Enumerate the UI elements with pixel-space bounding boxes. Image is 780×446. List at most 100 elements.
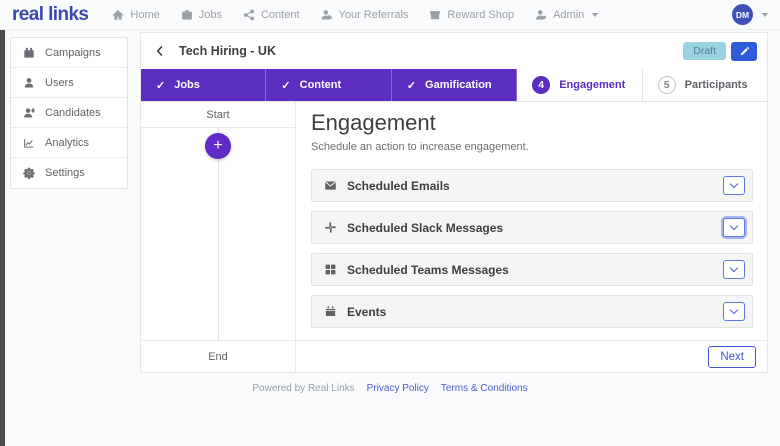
- real-links-logo[interactable]: real links: [12, 5, 88, 24]
- expand-events-button[interactable]: [723, 302, 745, 321]
- check-icon: ✓: [407, 79, 416, 92]
- step-label: Participants: [685, 79, 748, 91]
- chevron-down-icon: [730, 180, 738, 188]
- panel-scheduled-teams-messages: Scheduled Teams Messages: [311, 253, 753, 286]
- nav-item-label: Jobs: [199, 9, 222, 21]
- gear-icon: [23, 167, 35, 179]
- sidebar-item-label: Candidates: [45, 107, 101, 119]
- page-subtitle: Schedule an action to increase engagemen…: [311, 141, 753, 153]
- chevron-left-icon: [153, 44, 167, 58]
- sidebar-item-candidates[interactable]: Candidates: [11, 98, 127, 128]
- sidebar-item-label: Users: [45, 77, 74, 89]
- powered-by-text: Powered by Real Links: [252, 383, 354, 394]
- add-action-button[interactable]: +: [205, 133, 231, 159]
- page-title: Engagement: [311, 110, 753, 136]
- chevron-down-icon: [730, 222, 738, 230]
- edit-button[interactable]: [731, 42, 757, 61]
- user-plus-icon: [23, 107, 35, 119]
- shop-icon: [429, 9, 441, 21]
- user-gear-icon: [535, 9, 547, 21]
- user-icon: [23, 77, 35, 89]
- nav-item-jobs[interactable]: Jobs: [181, 9, 222, 21]
- expand-scheduled-emails-button[interactable]: [723, 176, 745, 195]
- step-participants[interactable]: 5 Participants: [643, 69, 767, 101]
- step-number: 5: [658, 76, 676, 94]
- timeline-column: Start +: [141, 102, 296, 340]
- check-icon: ✓: [281, 79, 290, 92]
- step-label: Gamification: [425, 79, 492, 91]
- nav-item-label: Home: [130, 9, 159, 21]
- sidebar-item-label: Analytics: [45, 137, 89, 149]
- step-engagement[interactable]: 4 Engagement: [517, 69, 642, 101]
- sidebar-item-settings[interactable]: Settings: [11, 158, 127, 188]
- nav-item-content[interactable]: Content: [243, 9, 300, 21]
- sidebar-item-users[interactable]: Users: [11, 68, 127, 98]
- panel-events: Events: [311, 295, 753, 328]
- sidebar-item-analytics[interactable]: Analytics: [11, 128, 127, 158]
- share-icon: [243, 9, 255, 21]
- privacy-policy-link[interactable]: Privacy Policy: [367, 383, 429, 394]
- sidebar-item-label: Settings: [45, 167, 85, 179]
- wizard-body: Start + Engagement Schedule an action to…: [141, 102, 767, 340]
- step-jobs[interactable]: ✓ Jobs: [141, 69, 266, 101]
- nav-item-label: Your Referrals: [339, 9, 409, 21]
- home-icon: [112, 9, 124, 21]
- panel-label: Scheduled Slack Messages: [347, 221, 723, 235]
- pencil-icon: [739, 46, 750, 57]
- plus-icon: +: [213, 138, 222, 154]
- panel-label: Events: [347, 305, 723, 319]
- top-navbar: real links Home Jobs Content Your Referr…: [0, 0, 780, 30]
- chevron-down-icon: [592, 13, 598, 17]
- timeline-line: [218, 128, 219, 340]
- step-label: Jobs: [174, 79, 200, 91]
- expand-scheduled-slack-messages-button[interactable]: [723, 218, 745, 237]
- step-content[interactable]: ✓ Content: [266, 69, 391, 101]
- slack-icon: [324, 221, 337, 234]
- step-number: 4: [532, 76, 550, 94]
- campaign-title: Tech Hiring - UK: [179, 44, 276, 58]
- nav-item-home[interactable]: Home: [112, 9, 159, 21]
- panel-label: Scheduled Teams Messages: [347, 263, 723, 277]
- briefcase-icon: [181, 9, 193, 21]
- step-label: Content: [300, 79, 342, 91]
- header-actions: Draft: [683, 42, 757, 61]
- back-button[interactable]: [151, 42, 169, 60]
- teams-icon: [324, 263, 337, 276]
- navbar-right: DM: [732, 4, 768, 25]
- chevron-down-icon[interactable]: [762, 13, 768, 17]
- user-edit-icon: [321, 9, 333, 21]
- nav-item-reward-shop[interactable]: Reward Shop: [429, 9, 514, 21]
- sidebar: Campaigns Users Candidates Analytics Set…: [10, 37, 128, 189]
- check-icon: ✓: [156, 79, 165, 92]
- panel-scheduled-slack-messages: Scheduled Slack Messages: [311, 211, 753, 244]
- terms-conditions-link[interactable]: Terms & Conditions: [441, 383, 528, 394]
- campaign-header: Tech Hiring - UK Draft: [141, 33, 767, 69]
- nav-item-your-referrals[interactable]: Your Referrals: [321, 9, 409, 21]
- nav-item-admin[interactable]: Admin: [535, 9, 598, 21]
- sidebar-item-label: Campaigns: [45, 47, 101, 59]
- calendar-icon: [324, 305, 337, 318]
- avatar[interactable]: DM: [732, 4, 753, 25]
- nav-item-label: Admin: [553, 9, 584, 21]
- chart-icon: [23, 137, 35, 149]
- page-footer: Powered by Real Links Privacy Policy Terms…: [0, 383, 780, 394]
- next-button[interactable]: Next: [708, 346, 756, 368]
- envelope-icon: [324, 179, 337, 192]
- timeline-start-label: Start: [141, 102, 295, 128]
- nav-item-label: Content: [261, 9, 300, 21]
- chevron-down-icon: [730, 306, 738, 314]
- nav-items: Home Jobs Content Your Referrals Reward …: [112, 9, 598, 21]
- campaign-card: Tech Hiring - UK Draft ✓ Jobs ✓ Content …: [140, 32, 768, 373]
- timeline-end-label: End: [141, 341, 296, 372]
- nav-item-label: Reward Shop: [447, 9, 514, 21]
- step-label: Engagement: [559, 79, 625, 91]
- sidebar-item-campaigns[interactable]: Campaigns: [11, 38, 127, 68]
- wizard-footer: End Next: [141, 340, 767, 372]
- calendar-icon: [23, 47, 35, 59]
- wizard-steps: ✓ Jobs ✓ Content ✓ Gamification 4 Engage…: [141, 69, 767, 102]
- status-badge: Draft: [683, 42, 726, 60]
- engagement-content: Engagement Schedule an action to increas…: [296, 102, 767, 340]
- step-gamification[interactable]: ✓ Gamification: [392, 69, 517, 101]
- action-panels: Scheduled Emails Scheduled Slack Message…: [311, 169, 753, 328]
- expand-scheduled-teams-messages-button[interactable]: [723, 260, 745, 279]
